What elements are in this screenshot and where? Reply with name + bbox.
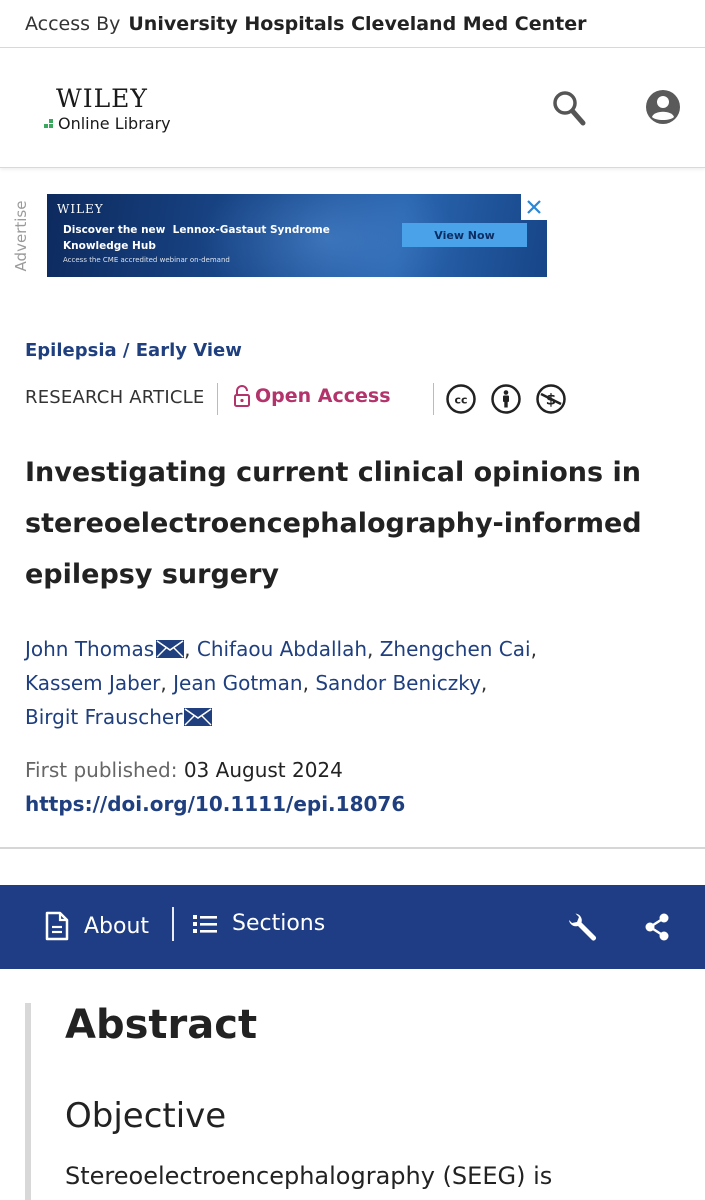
svg-text:cc: cc	[454, 394, 467, 407]
author-link[interactable]: Chifaou Abdallah	[197, 637, 367, 661]
logo-sub-text: Online Library	[58, 114, 171, 133]
account-button[interactable]	[645, 89, 681, 125]
doi-link[interactable]: https://doi.org/10.1111/epi.18076	[25, 792, 405, 816]
ad-brand: WILEY	[57, 202, 104, 216]
meta-divider	[217, 383, 218, 415]
ad-headline: Discover the new Lennox-Gastaut Syndrome…	[63, 224, 330, 252]
article-nav-bar: About Sections	[0, 885, 705, 969]
cc-icon: cc	[446, 384, 476, 414]
share-icon	[645, 913, 669, 941]
logo-mark-icon	[44, 119, 53, 128]
author-link[interactable]: Zhengchen Cai	[380, 637, 531, 661]
open-access-badge: Open Access	[233, 385, 391, 407]
journal-breadcrumb[interactable]: Epilepsia / Early View	[25, 340, 242, 361]
ad-close-button[interactable]	[521, 194, 547, 220]
sections-label: Sections	[232, 911, 326, 936]
first-published: First published: 03 August 2024	[25, 758, 343, 782]
article-title: Investigating current clinical opinions …	[25, 457, 642, 590]
wrench-icon	[569, 913, 596, 941]
ad-subtext: Access the CME accredited webinar on-dem…	[63, 256, 230, 264]
logo-brand: WILEY	[56, 84, 148, 113]
sections-button[interactable]: Sections	[192, 911, 325, 936]
institution-access-bar: Access By University Hospitals Cleveland…	[0, 0, 705, 48]
objective-heading: Objective	[65, 1096, 227, 1136]
section-divider	[0, 847, 705, 849]
by-icon	[491, 384, 521, 414]
author-link[interactable]: Sandor Beniczky	[315, 671, 481, 695]
close-icon	[527, 200, 541, 214]
site-header: WILEY Online Library	[0, 48, 705, 168]
author-link[interactable]: Jean Gotman	[173, 671, 302, 695]
author-link[interactable]: Birgit Frauscher	[25, 705, 182, 729]
author-link[interactable]: John Thomas	[25, 637, 154, 661]
account-icon	[646, 90, 680, 124]
envelope-icon[interactable]	[156, 639, 185, 659]
ad-view-now-button[interactable]: View Now	[402, 223, 527, 247]
tools-button[interactable]	[564, 911, 598, 945]
document-icon	[45, 911, 69, 941]
search-button[interactable]	[552, 90, 586, 126]
access-prefix: Access By	[25, 12, 121, 35]
advertisement-banner[interactable]: WILEY Discover the new Lennox-Gastaut Sy…	[47, 194, 547, 277]
list-icon	[193, 914, 217, 933]
logo-subtitle: Online Library	[44, 114, 171, 133]
author-link[interactable]: Kassem Jaber	[25, 671, 160, 695]
nc-icon: $	[536, 384, 566, 414]
unlock-icon	[234, 385, 250, 407]
nav-divider	[172, 907, 174, 941]
access-institution: University Hospitals Cleveland Med Cente…	[128, 12, 587, 35]
wiley-online-library-logo[interactable]: WILEY Online Library	[44, 86, 171, 133]
share-button[interactable]	[642, 911, 672, 943]
abstract-heading: Abstract	[65, 1002, 258, 1048]
about-label: About	[84, 913, 150, 939]
abstract-text: Stereoelectroencephalography (SEEG) is	[65, 1162, 553, 1190]
license-icons[interactable]: cc $	[445, 383, 580, 415]
envelope-icon[interactable]	[184, 707, 213, 727]
article-meta-row: RESEARCH ARTICLE Open Access cc $	[25, 383, 685, 417]
author-list: John Thomas, Chifaou Abdallah, Zhengchen…	[25, 637, 537, 729]
article-type: RESEARCH ARTICLE	[25, 387, 205, 408]
advertisement-label: Advertise	[12, 200, 30, 272]
search-icon	[553, 91, 586, 126]
meta-divider	[433, 383, 434, 415]
about-button[interactable]: About	[44, 911, 149, 941]
first-published-date: 03 August 2024	[183, 758, 343, 782]
first-published-label: First published:	[25, 758, 178, 782]
abstract-accent-bar	[25, 1003, 31, 1200]
